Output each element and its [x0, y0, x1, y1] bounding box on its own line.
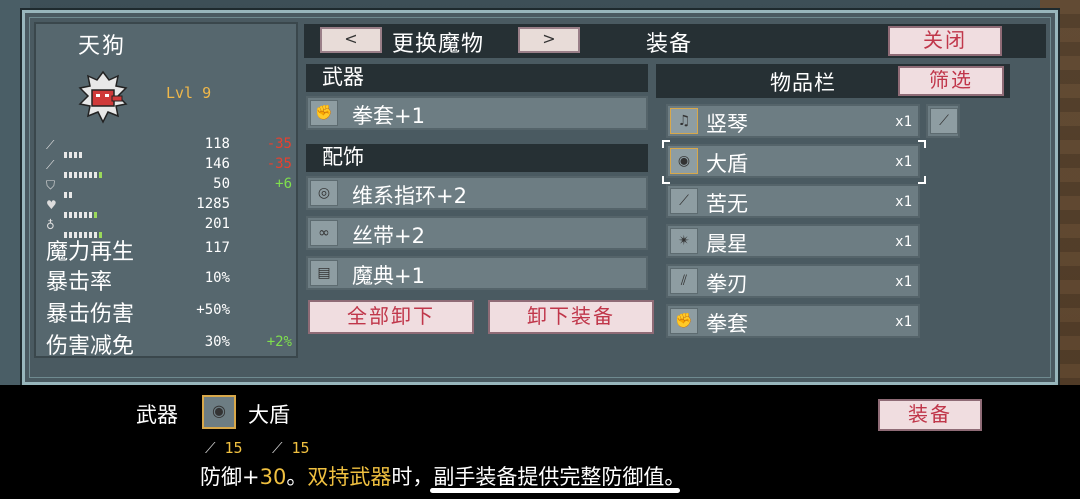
item-type-label: 武器 [136, 403, 178, 427]
accessory-slot-1[interactable]: ◎ 维系指环+2 [306, 176, 648, 210]
stat-value: 1285 [196, 196, 230, 212]
stat-damage-reduction: 伤害减免 30% +2% [46, 334, 292, 359]
wand-icon: ⟋ [46, 158, 55, 172]
stat-value: 118 [204, 136, 230, 152]
inventory-item-claw-blade[interactable]: ⫽ 拳刃 x1 [666, 264, 920, 298]
inventory-header: 物品栏 筛选 [656, 64, 1010, 98]
shield-round-icon: ◉ [202, 395, 236, 429]
character-stats-card: 天狗 Lvl 9 ⟋ 118 -35 ⟋ 146 -35 ⛉ 50 +6 ♥ 1285 ♁ 201 魔力… [34, 22, 298, 359]
wand-icon: ⟋ [272, 439, 292, 457]
harp-icon: ♫ [670, 108, 698, 134]
accessory-section-title: 配饰 [306, 144, 648, 172]
stat-value: 146 [204, 156, 230, 172]
equipment-title: 装备 [646, 32, 693, 57]
attack-stat: ⟋ 15 [205, 439, 243, 457]
equipment-header: < 更换魔物 > 装备 关闭 [304, 24, 1046, 58]
inventory-item-fist[interactable]: ✊ 拳套 x1 [666, 304, 920, 338]
item-details-panel: 武器 ◉ 大盾 ⟋ 15 ⟋ 15 防御+30。双持武器时，副手装备提供完整防御… [0, 385, 1080, 499]
morningstar-icon: ✴ [670, 228, 698, 254]
item-description: 防御+30。双持武器时，副手装备提供完整防御值。 [200, 465, 686, 489]
kunai-icon: ⟋ [670, 188, 698, 214]
fist-icon: ✊ [670, 308, 698, 334]
selection-corner [662, 176, 670, 184]
stat-row: ⟋ 118 -35 [46, 136, 296, 158]
character-name: 天狗 [78, 34, 127, 59]
stat-bar [64, 223, 104, 238]
accessory-slot-2[interactable]: ∞ 丝带+2 [306, 216, 648, 250]
ribbon-icon: ∞ [310, 220, 338, 246]
equip-button[interactable]: 装备 [878, 399, 982, 431]
stat-delta: +2% [266, 334, 292, 350]
stat-bar [64, 143, 84, 158]
stat-crit-rate: 暴击率 10% [46, 270, 230, 295]
stat-delta: +6 [275, 176, 292, 192]
stat-mana-regen: 魔力再生 117 [46, 240, 230, 265]
heart-icon: ♥ [46, 198, 57, 212]
accessory-slot-3[interactable]: ▤ 魔典+1 [306, 256, 648, 290]
ring-icon: ◎ [310, 180, 338, 206]
tengu-avatar [76, 70, 130, 124]
tome-icon: ▤ [310, 260, 338, 286]
stat-row: ♁ 201 [46, 216, 296, 238]
inventory-staff-slot[interactable]: ⟋ [926, 104, 960, 138]
sword-icon: ⟋ [46, 138, 55, 152]
prev-monster-button[interactable]: < [320, 27, 382, 53]
item-name: 大盾 [248, 403, 290, 427]
sword-icon: ⟋ [205, 439, 225, 457]
stat-bar [64, 203, 99, 218]
next-monster-button[interactable]: > [518, 27, 580, 53]
shield-icon: ⛉ [46, 178, 56, 192]
weapon-section-title: 武器 [306, 64, 648, 92]
stat-crit-damage: 暴击伤害 +50% [46, 302, 230, 327]
stat-row: ♥ 1285 [46, 196, 296, 218]
unequip-all-button[interactable]: 全部卸下 [308, 300, 474, 334]
inventory-title: 物品栏 [770, 71, 836, 95]
stat-bar [64, 163, 104, 178]
stat-delta: -35 [266, 136, 292, 152]
shield-round-icon: ◉ [670, 148, 698, 174]
selection-corner [918, 176, 926, 184]
stat-delta: -35 [266, 156, 292, 172]
change-monster-label: 更换魔物 [392, 32, 485, 57]
weapon-slot[interactable]: ✊ 拳套+1 [306, 96, 648, 130]
inventory-item-morningstar[interactable]: ✴ 晨星 x1 [666, 224, 920, 258]
magic-stat: ⟋ 15 [272, 439, 310, 457]
staff-icon: ⟋ [930, 108, 958, 134]
stat-bar [64, 183, 74, 198]
potion-icon: ♁ [46, 218, 55, 232]
inventory-item-kunai[interactable]: ⟋ 苦无 x1 [666, 184, 920, 218]
filter-button[interactable]: 筛选 [898, 66, 1004, 96]
inventory-item-large-shield[interactable]: ◉ 大盾 x1 [666, 144, 920, 178]
selection-corner [918, 140, 926, 148]
selection-corner [662, 140, 670, 148]
character-level: Lvl 9 [166, 84, 212, 102]
inventory-item-harp[interactable]: ♫ 竖琴 x1 [666, 104, 920, 138]
claw-blade-icon: ⫽ [670, 268, 698, 294]
close-button[interactable]: 关闭 [888, 26, 1002, 56]
stat-value: 50 [213, 176, 230, 192]
stat-row: ⟋ 146 -35 [46, 156, 296, 178]
stat-value: 201 [204, 216, 230, 232]
home-indicator [430, 488, 680, 493]
unequip-button[interactable]: 卸下装备 [488, 300, 654, 334]
fist-icon: ✊ [310, 100, 338, 126]
stat-row: ⛉ 50 +6 [46, 176, 296, 198]
